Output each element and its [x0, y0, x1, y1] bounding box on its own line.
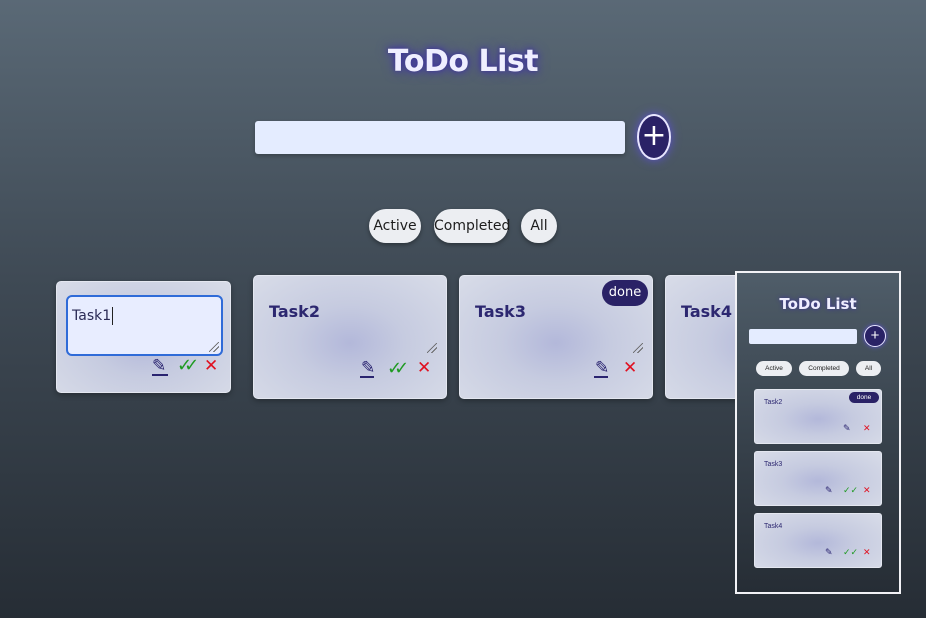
- new-task-input[interactable]: [255, 121, 625, 154]
- preview-title: ToDo List: [779, 295, 857, 313]
- pencil-underline: [152, 374, 168, 376]
- filter-active-button[interactable]: Active: [369, 209, 421, 243]
- task-label: Task3: [475, 302, 526, 321]
- pencil-icon[interactable]: ✎: [825, 487, 833, 496]
- task-label: Task4: [681, 302, 732, 321]
- preview-task-card: Task2 done ✎ ✕: [754, 389, 882, 444]
- add-task-button[interactable]: +: [637, 114, 671, 160]
- pencil-icon[interactable]: ✎: [595, 360, 609, 377]
- preview-filter-completed[interactable]: Completed: [799, 361, 849, 376]
- double-check-icon[interactable]: ✓✓: [843, 549, 858, 558]
- filter-completed-button[interactable]: Completed: [434, 209, 510, 243]
- preview-task-label: Task3: [764, 461, 783, 468]
- task-card: Task2 ✎ ✓✓ ✕: [253, 275, 447, 399]
- preview-task-label: Task2: [764, 399, 783, 406]
- task-card: Task3 done ✎ ✕: [459, 275, 653, 399]
- cross-icon[interactable]: ✕: [863, 487, 871, 496]
- preview-done-badge: done: [849, 392, 879, 403]
- cross-icon[interactable]: ✕: [417, 360, 431, 377]
- preview-task-input[interactable]: [749, 329, 857, 344]
- pencil-underline: [360, 376, 374, 378]
- text-caret: [112, 307, 114, 325]
- filter-all-button[interactable]: All: [521, 209, 557, 243]
- plus-icon: +: [870, 327, 880, 344]
- resize-grip-icon[interactable]: [209, 342, 219, 352]
- double-check-icon[interactable]: ✓✓: [177, 357, 199, 375]
- done-badge: done: [602, 280, 648, 306]
- task-label: Task2: [269, 302, 320, 321]
- preview-panel: ToDo List + Active Completed All Task2 d…: [735, 271, 901, 594]
- resize-grip-icon[interactable]: [427, 343, 437, 353]
- preview-add-button[interactable]: +: [864, 325, 886, 347]
- double-check-icon[interactable]: ✓✓: [843, 487, 858, 496]
- task-edit-text: Task1: [72, 308, 112, 324]
- task-edit-textarea[interactable]: Task1: [66, 295, 223, 356]
- pencil-icon[interactable]: ✎: [361, 360, 375, 377]
- pencil-icon[interactable]: ✎: [825, 549, 833, 558]
- pencil-underline: [594, 376, 608, 378]
- cross-icon[interactable]: ✕: [623, 360, 637, 377]
- pencil-icon[interactable]: ✎: [843, 425, 851, 434]
- preview-task-card: Task4 ✎ ✓✓ ✕: [754, 513, 882, 568]
- double-check-icon[interactable]: ✓✓: [387, 360, 409, 378]
- preview-task-label: Task4: [764, 523, 783, 530]
- plus-icon: +: [641, 118, 667, 153]
- resize-grip-icon[interactable]: [633, 343, 643, 353]
- pencil-icon[interactable]: ✎: [152, 358, 166, 375]
- preview-task-card: Task3 ✎ ✓✓ ✕: [754, 451, 882, 506]
- cross-icon[interactable]: ✕: [863, 425, 871, 434]
- preview-filter-active[interactable]: Active: [756, 361, 792, 376]
- preview-filter-all[interactable]: All: [856, 361, 881, 376]
- task-card: Task1 ✎ ✓✓ ✕: [56, 281, 231, 393]
- cross-icon[interactable]: ✕: [863, 549, 871, 558]
- cross-icon[interactable]: ✕: [204, 358, 218, 375]
- app-title: ToDo List: [387, 44, 539, 79]
